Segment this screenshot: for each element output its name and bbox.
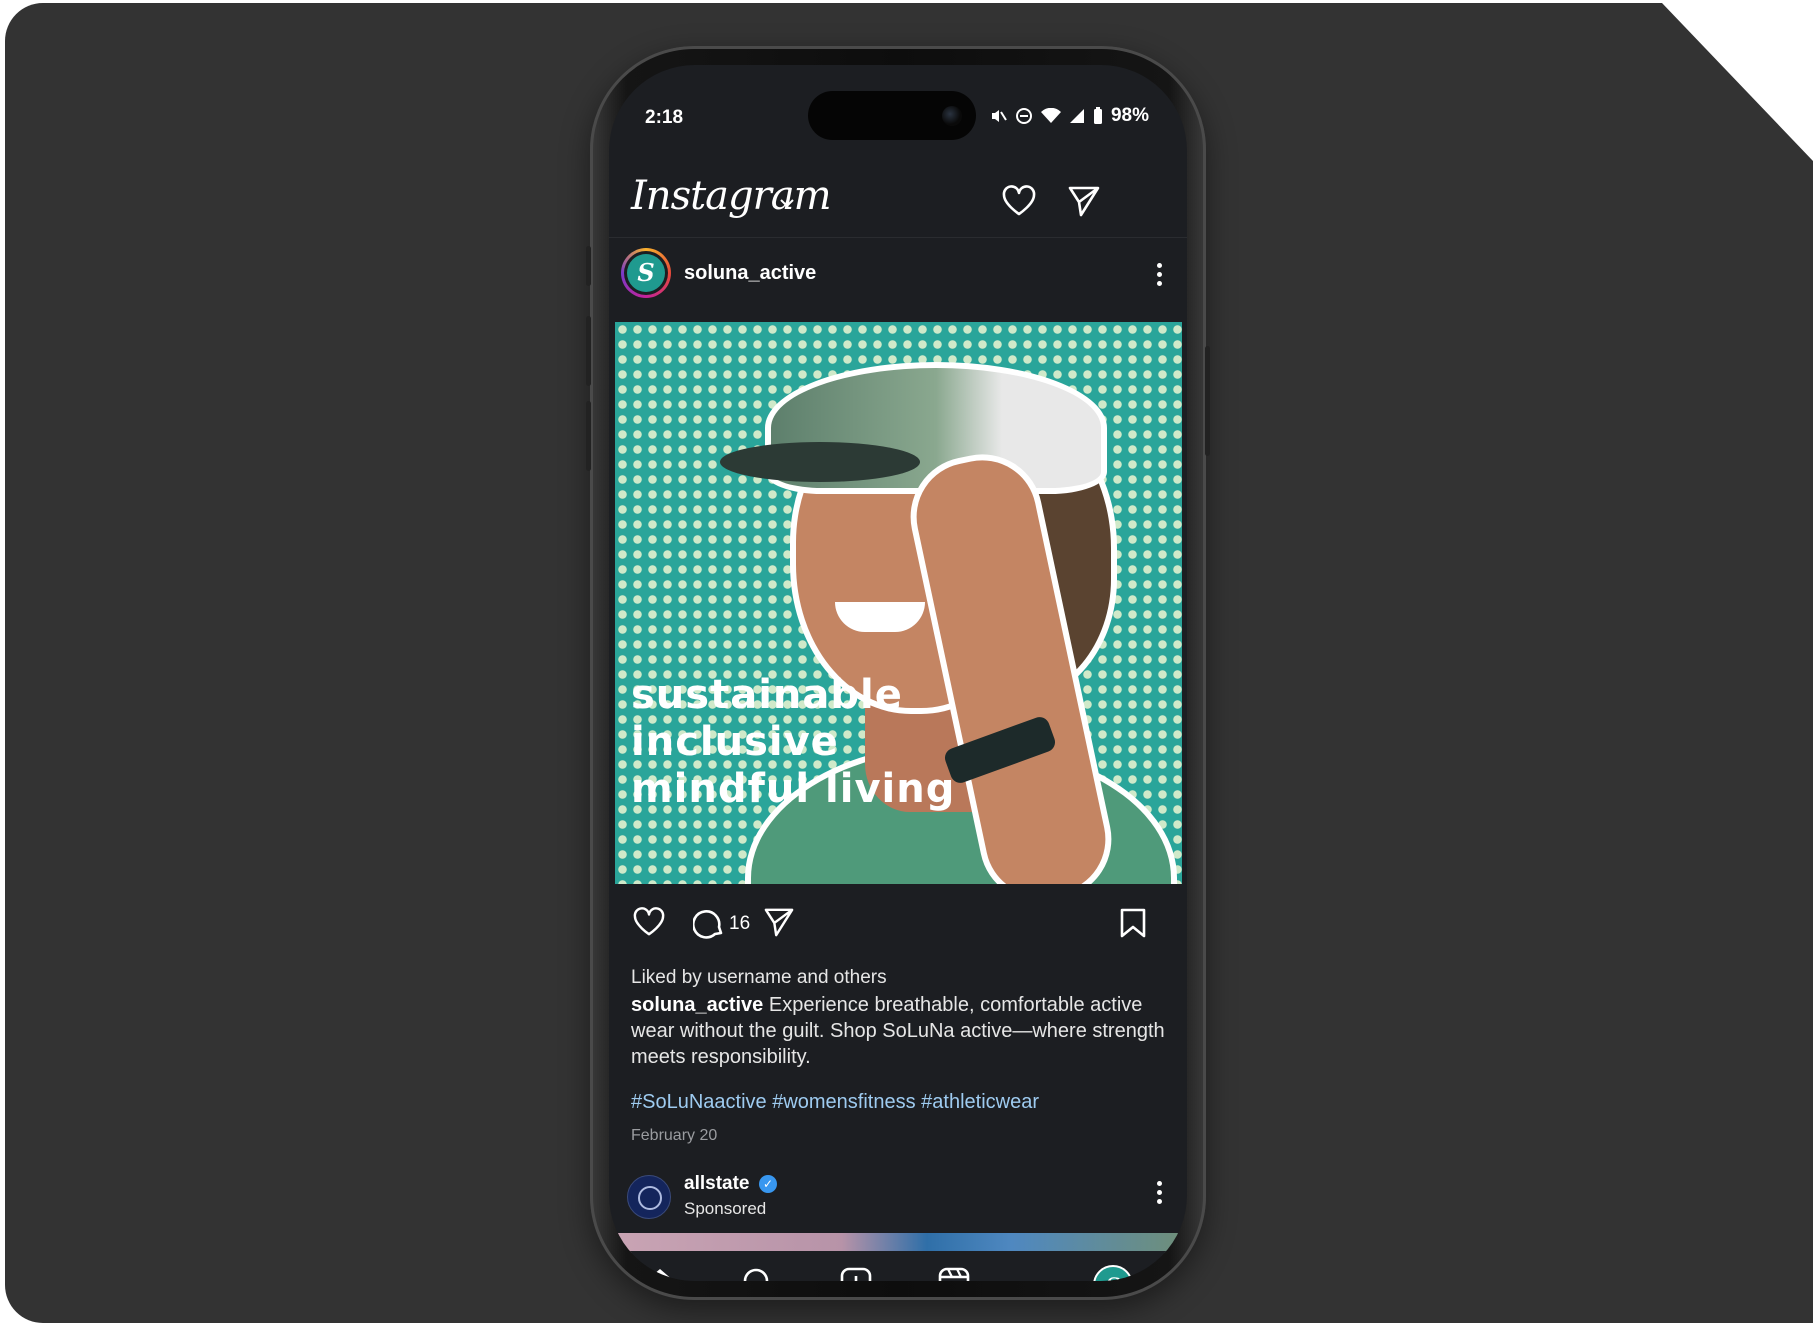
- photo-visor: [720, 442, 920, 482]
- allstate-avatar[interactable]: [627, 1175, 671, 1219]
- verified-badge-icon: ✓: [759, 1175, 777, 1193]
- bookmark-icon[interactable]: [1119, 907, 1147, 939]
- avatar: S: [624, 251, 668, 295]
- tagline-line: inclusive: [631, 719, 839, 765]
- caption: soluna_active Experience breathable, com…: [631, 992, 1171, 1070]
- share-icon[interactable]: [763, 907, 795, 937]
- reels-icon[interactable]: [937, 1267, 971, 1281]
- create-icon[interactable]: [839, 1267, 873, 1281]
- dnd-icon: [1015, 108, 1032, 124]
- more-options-icon[interactable]: [1157, 263, 1163, 290]
- mute-icon: [991, 110, 1007, 122]
- post-username[interactable]: soluna_active: [684, 262, 816, 285]
- dynamic-island: [808, 91, 976, 140]
- sponsored-username[interactable]: allstate: [684, 1173, 749, 1195]
- tagline-line: mindful living: [631, 766, 956, 812]
- story-ring[interactable]: S: [621, 248, 671, 298]
- instagram-logo[interactable]: Instagram: [631, 173, 832, 219]
- app-header: Instagram: [609, 165, 1187, 238]
- battery-icon: [1093, 107, 1102, 124]
- liked-by[interactable]: Liked by username and others: [631, 967, 887, 989]
- avatar-letter: S: [627, 254, 665, 292]
- status-time: 2:18: [645, 107, 684, 128]
- image-tagline: sustainable inclusive mindful living: [631, 672, 955, 813]
- profile-avatar[interactable]: S: [1093, 1265, 1133, 1281]
- phone-button: [1205, 346, 1210, 456]
- send-icon[interactable]: [1067, 185, 1101, 217]
- like-icon[interactable]: [633, 907, 665, 937]
- caption-username[interactable]: soluna_active: [631, 994, 763, 1016]
- battery-percent: 98%: [1110, 105, 1149, 126]
- comment-icon[interactable]: [693, 907, 725, 939]
- wifi-icon: [1040, 108, 1061, 123]
- tagline-line: sustainable: [631, 672, 903, 718]
- post-date: February 20: [631, 1127, 718, 1144]
- phone-button: [586, 246, 591, 286]
- signal-icon: [1069, 109, 1084, 123]
- chevron-down-icon[interactable]: [779, 195, 795, 211]
- phone-button: [586, 316, 591, 386]
- post-image[interactable]: sustainable inclusive mindful living: [615, 322, 1182, 884]
- phone-frame: 2:18 98% Instagram S soluna_active susta…: [586, 46, 1210, 1300]
- sponsored-image[interactable]: [615, 1233, 1182, 1253]
- hashtags[interactable]: #SoLuNaactive #womensfitness #athleticwe…: [631, 1091, 1039, 1114]
- heart-icon[interactable]: [1002, 185, 1036, 217]
- home-icon[interactable]: [643, 1267, 677, 1281]
- post-actions: 16: [609, 899, 1187, 949]
- phone-screen: 2:18 98% Instagram S soluna_active susta…: [609, 65, 1187, 1281]
- search-icon[interactable]: [741, 1267, 775, 1281]
- status-icons: 98%: [989, 105, 1149, 127]
- camera-icon: [942, 106, 962, 126]
- phone-button: [586, 401, 591, 471]
- sponsored-label: Sponsored: [684, 1199, 767, 1218]
- sponsored-post-header: allstate ✓ Sponsored: [609, 1167, 1187, 1227]
- more-options-icon[interactable]: [1157, 1181, 1163, 1208]
- post-header: S soluna_active: [609, 239, 1187, 307]
- bottom-tab-bar: S: [609, 1251, 1187, 1281]
- comment-count: 16: [729, 913, 751, 934]
